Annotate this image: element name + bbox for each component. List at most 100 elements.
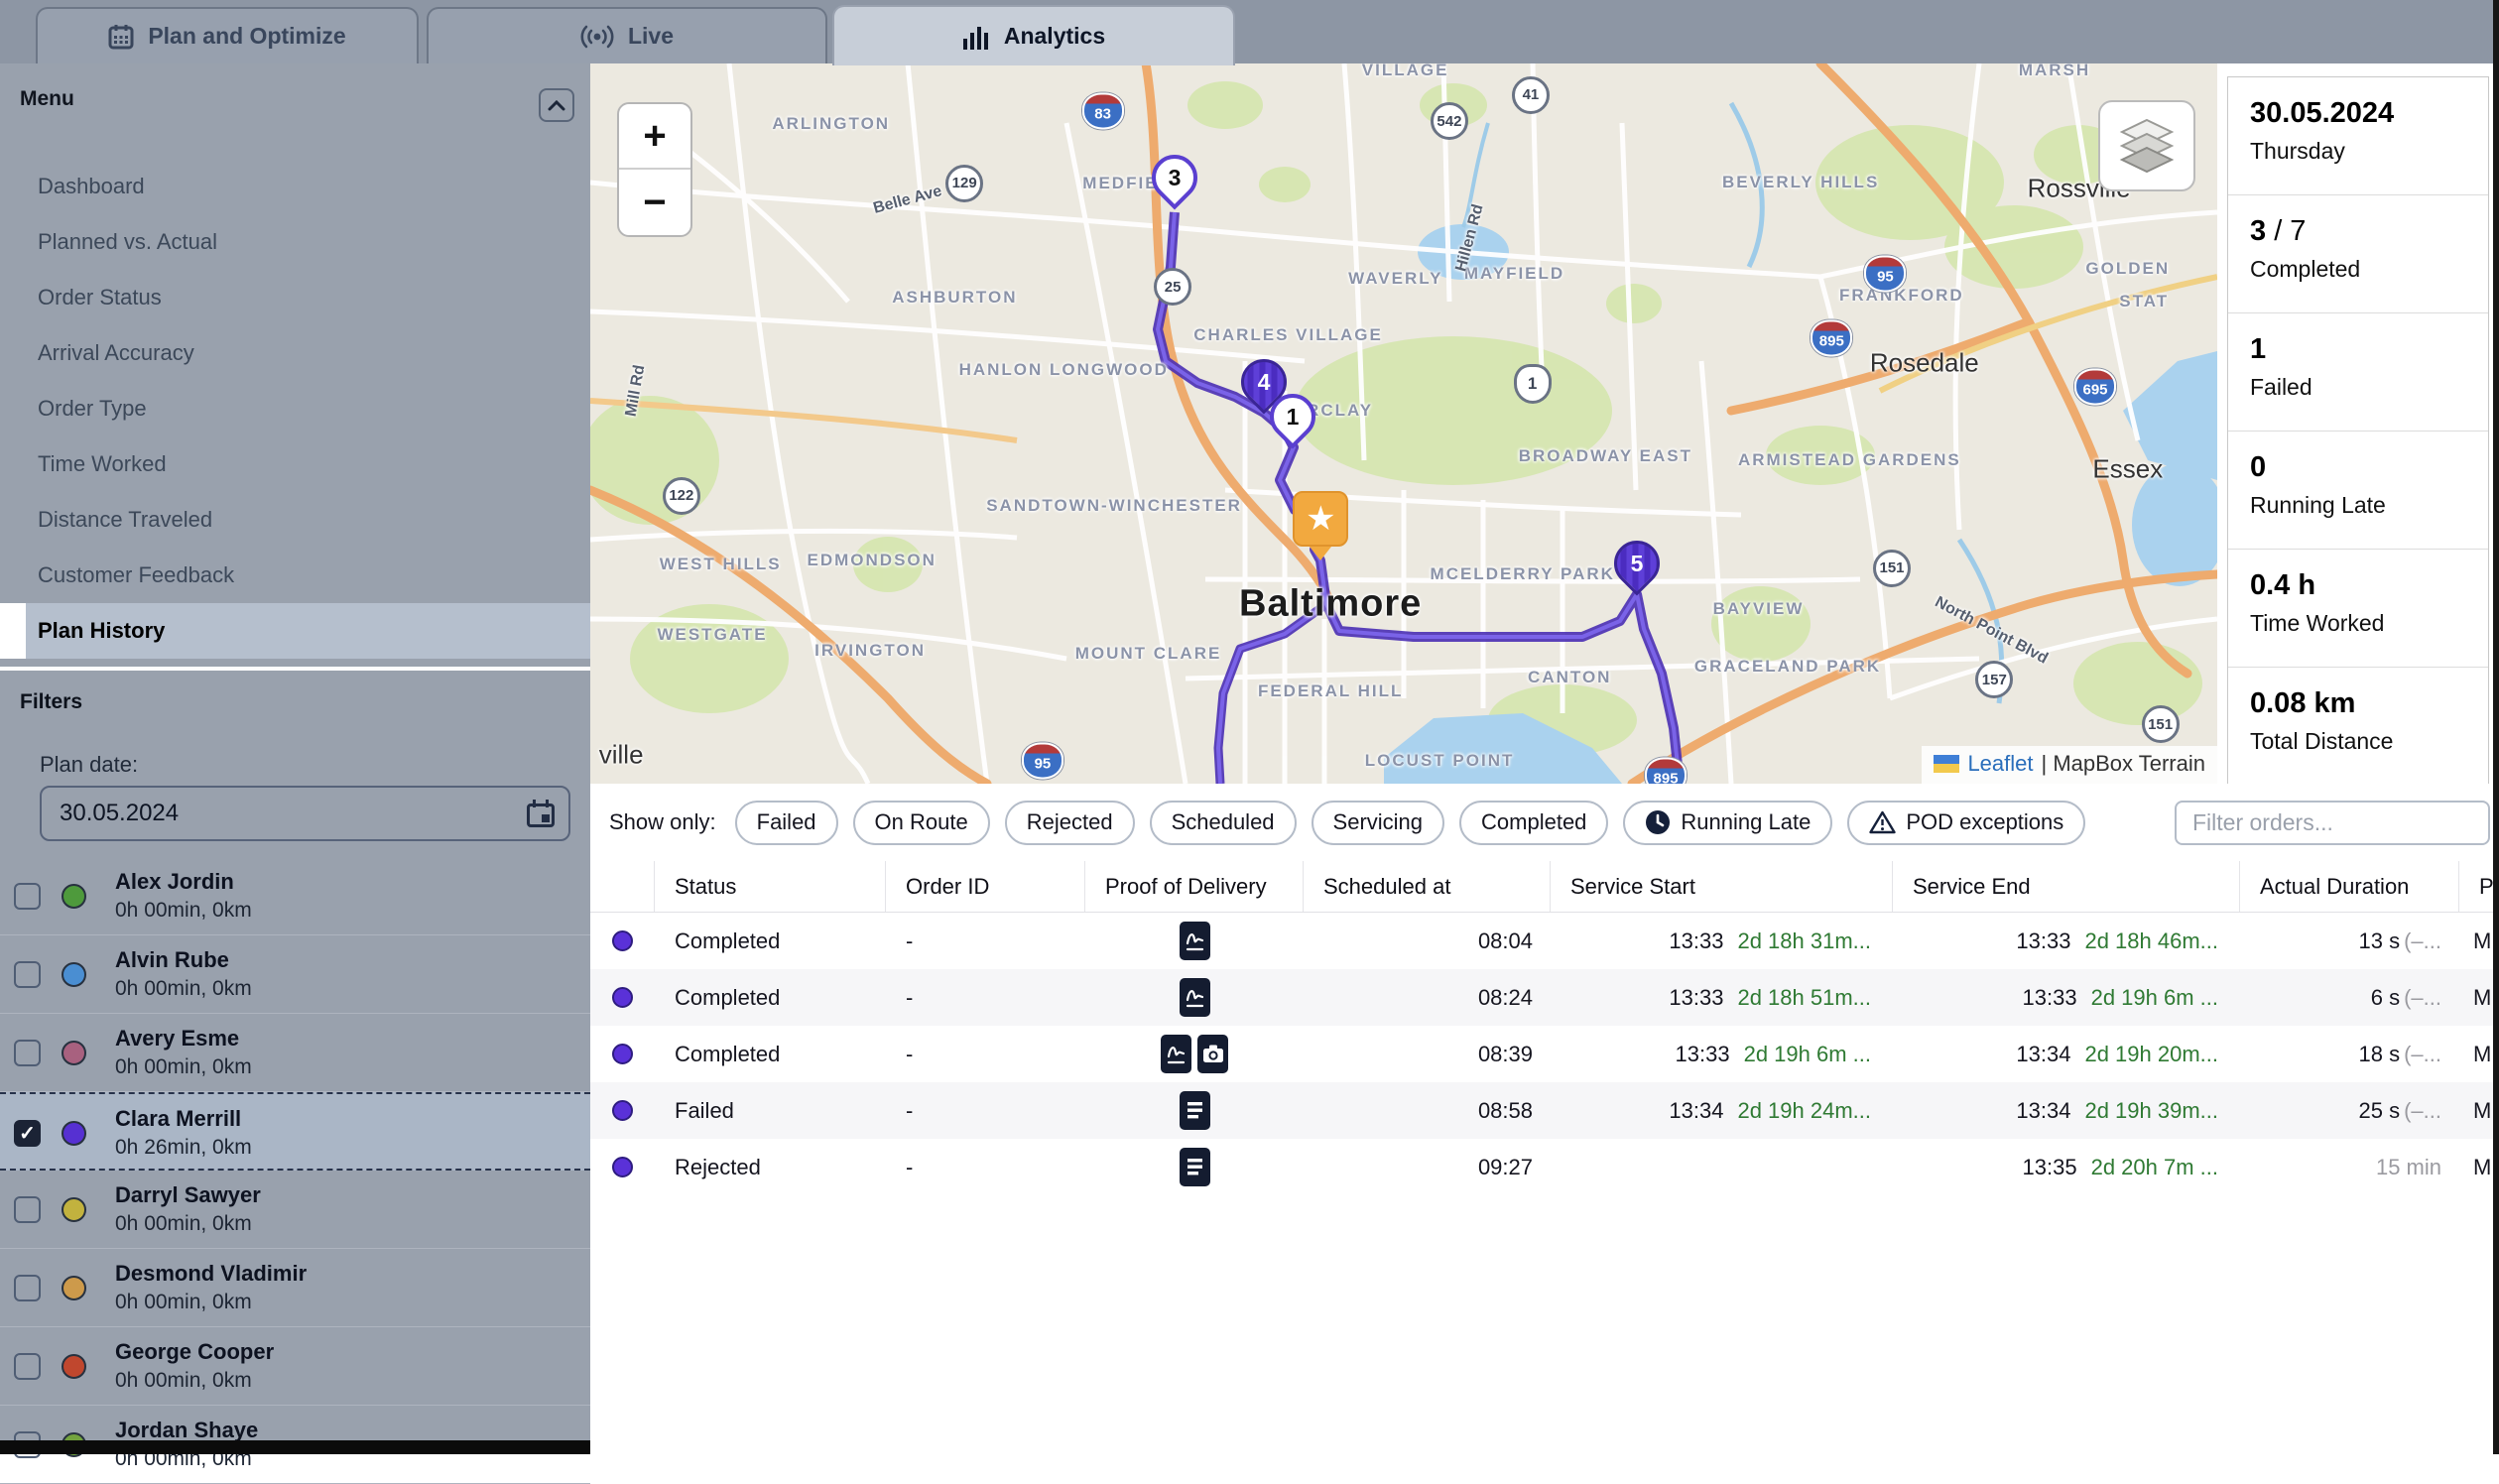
order-row[interactable]: Completed-08:2413:332d 18h 51m...13:332d…	[590, 969, 2499, 1026]
stats-list: 30.05.2024Thursday3 / 7Completed1Failed0…	[2227, 76, 2489, 787]
pin-number: 1	[1274, 398, 1312, 435]
pod-signature-icon[interactable]	[1180, 922, 1210, 960]
tab-label: Live	[628, 23, 674, 50]
chip-running-late[interactable]: Running Late	[1623, 801, 1832, 845]
order-actual-duration: 25 s (–...	[2240, 1082, 2459, 1139]
map-label: WAVERLY	[1348, 269, 1442, 289]
calendar-picker-icon[interactable]	[527, 800, 555, 827]
sidebar-separator	[0, 667, 590, 671]
driver-checkbox[interactable]	[14, 1196, 41, 1223]
service-end-time: 13:34	[2016, 1098, 2070, 1124]
order-pod	[1085, 1082, 1304, 1139]
driver-checkbox[interactable]: ✓	[14, 1120, 41, 1147]
sidebar-item-dashboard[interactable]: Dashboard	[0, 159, 590, 214]
service-end-time: 13:33	[2016, 928, 2070, 954]
map-label: FEDERAL HILL	[1258, 681, 1403, 701]
driver-checkbox[interactable]	[14, 961, 41, 988]
order-id: -	[886, 913, 1085, 969]
filter-orders-input[interactable]: Filter orders...	[2175, 801, 2490, 845]
chip-label: Rejected	[1027, 809, 1113, 835]
chip-completed[interactable]: Completed	[1459, 801, 1608, 845]
service-end-duration: 2d 19h 6m ...	[2091, 985, 2218, 1011]
order-row[interactable]: Completed-08:0413:332d 18h 31m...13:332d…	[590, 913, 2499, 969]
pin-icon: 5	[1604, 532, 1669, 596]
plan-date-input[interactable]: 30.05.2024	[40, 786, 570, 841]
tab-plan-and-optimize[interactable]: Plan and Optimize	[36, 7, 419, 63]
orders-table-body: Completed-08:0413:332d 18h 31m...13:332d…	[590, 913, 2499, 1195]
sidebar-item-time-worked[interactable]: Time Worked	[0, 436, 590, 492]
bar-chart-icon	[962, 23, 990, 51]
leaflet-link[interactable]: Leaflet	[1967, 751, 2033, 777]
stop-marker-1[interactable]: 1	[1270, 394, 1315, 439]
chip-label: Scheduled	[1172, 809, 1275, 835]
stat-value: 0.08 km	[2250, 687, 2488, 720]
chip-pod-exceptions[interactable]: POD exceptions	[1847, 801, 2085, 845]
chip-rejected[interactable]: Rejected	[1005, 801, 1135, 845]
sidebar-item-customer-feedback[interactable]: Customer Feedback	[0, 548, 590, 603]
sidebar-item-plan-history[interactable]: Plan History	[26, 603, 590, 659]
order-actual-duration: 15 min	[2240, 1139, 2459, 1195]
sidebar-item-distance-traveled[interactable]: Distance Traveled	[0, 492, 590, 548]
pod-note-icon[interactable]	[1180, 1091, 1210, 1130]
pin-icon: 3	[1142, 145, 1206, 209]
driver-row[interactable]: Alvin Rube0h 00min, 0km	[0, 935, 590, 1014]
driver-checkbox[interactable]	[14, 1353, 41, 1380]
map-layers-control[interactable]	[2098, 100, 2195, 191]
clock-icon	[1645, 809, 1671, 835]
pod-signature-icon[interactable]	[1161, 1035, 1191, 1073]
driver-row[interactable]: Avery Esme0h 00min, 0km	[0, 1014, 590, 1092]
driver-checkbox[interactable]	[14, 1040, 41, 1066]
driver-row[interactable]: George Cooper0h 00min, 0km	[0, 1327, 590, 1406]
tab-live[interactable]: Live	[427, 7, 827, 63]
stat-label: Total Distance	[2250, 728, 2488, 755]
status-dot	[612, 987, 633, 1008]
service-start-duration: 2d 19h 24m...	[1737, 1098, 1871, 1124]
pod-signature-icon[interactable]	[1180, 978, 1210, 1017]
order-service-start: 13:332d 19h 6m ...	[1551, 1026, 1893, 1082]
driver-checkbox[interactable]	[14, 1275, 41, 1301]
filter-orders-placeholder: Filter orders...	[2192, 809, 2333, 836]
sidebar-item-planned-vs-actual[interactable]: Planned vs. Actual	[0, 214, 590, 270]
scrollbar-edge[interactable]	[2493, 0, 2499, 1454]
pod-camera-icon[interactable]	[1197, 1035, 1228, 1073]
chip-label: Failed	[757, 809, 816, 835]
depot-marker[interactable]: ★	[1293, 491, 1348, 560]
map[interactable]: + − Leaflet | MapBox Terrain Baltimore V…	[590, 63, 2217, 784]
chip-failed[interactable]: Failed	[735, 801, 838, 845]
chip-label: Completed	[1481, 809, 1586, 835]
pod-note-icon[interactable]	[1180, 1148, 1210, 1186]
tab-analytics[interactable]: Analytics	[832, 5, 1235, 65]
driver-row[interactable]: Desmond Vladimir0h 00min, 0km	[0, 1249, 590, 1327]
route-shield-695: 695	[2074, 368, 2116, 405]
driver-checkbox[interactable]	[14, 883, 41, 910]
chip-on-route[interactable]: On Route	[853, 801, 990, 845]
service-end-time: 13:33	[2023, 985, 2077, 1011]
route-shield-151: 151	[1873, 550, 1911, 587]
order-row[interactable]: Failed-08:5813:342d 19h 24m...13:342d 19…	[590, 1082, 2499, 1139]
chip-scheduled[interactable]: Scheduled	[1150, 801, 1297, 845]
order-row[interactable]: Completed-08:3913:332d 19h 6m ...13:342d…	[590, 1026, 2499, 1082]
order-scheduled-at: 09:27	[1304, 1139, 1551, 1195]
stop-marker-3[interactable]: 3	[1152, 155, 1197, 200]
order-row[interactable]: Rejected-09:2713:352d 20h 7m ...15 minM	[590, 1139, 2499, 1195]
order-actual-duration: 18 s (–...	[2240, 1026, 2459, 1082]
stop-marker-5[interactable]: 5	[1614, 541, 1660, 586]
menu-collapse-button[interactable]	[539, 88, 574, 122]
stat-value: 30.05.2024	[2250, 97, 2488, 130]
route-shield-25: 25	[1154, 268, 1191, 306]
chip-servicing[interactable]: Servicing	[1312, 801, 1444, 845]
order-service-end: 13:352d 20h 7m ...	[1893, 1139, 2240, 1195]
sidebar-item-order-type[interactable]: Order Type	[0, 381, 590, 436]
sidebar-item-arrival-accuracy[interactable]: Arrival Accuracy	[0, 325, 590, 381]
map-label: EDMONDSON	[808, 551, 937, 570]
route-shield-895: 895	[1811, 319, 1852, 356]
zoom-out-button[interactable]: −	[619, 170, 690, 235]
sidebar-item-order-status[interactable]: Order Status	[0, 270, 590, 325]
driver-row[interactable]: Darryl Sawyer0h 00min, 0km	[0, 1171, 590, 1249]
driver-color-dot	[62, 884, 86, 909]
map-label: FRANKFORD	[1839, 286, 1964, 306]
driver-row[interactable]: Alex Jordin0h 00min, 0km	[0, 857, 590, 935]
zoom-in-button[interactable]: +	[619, 104, 690, 170]
driver-row[interactable]: ✓Clara Merrill0h 26min, 0km	[0, 1092, 590, 1171]
order-pod	[1085, 913, 1304, 969]
